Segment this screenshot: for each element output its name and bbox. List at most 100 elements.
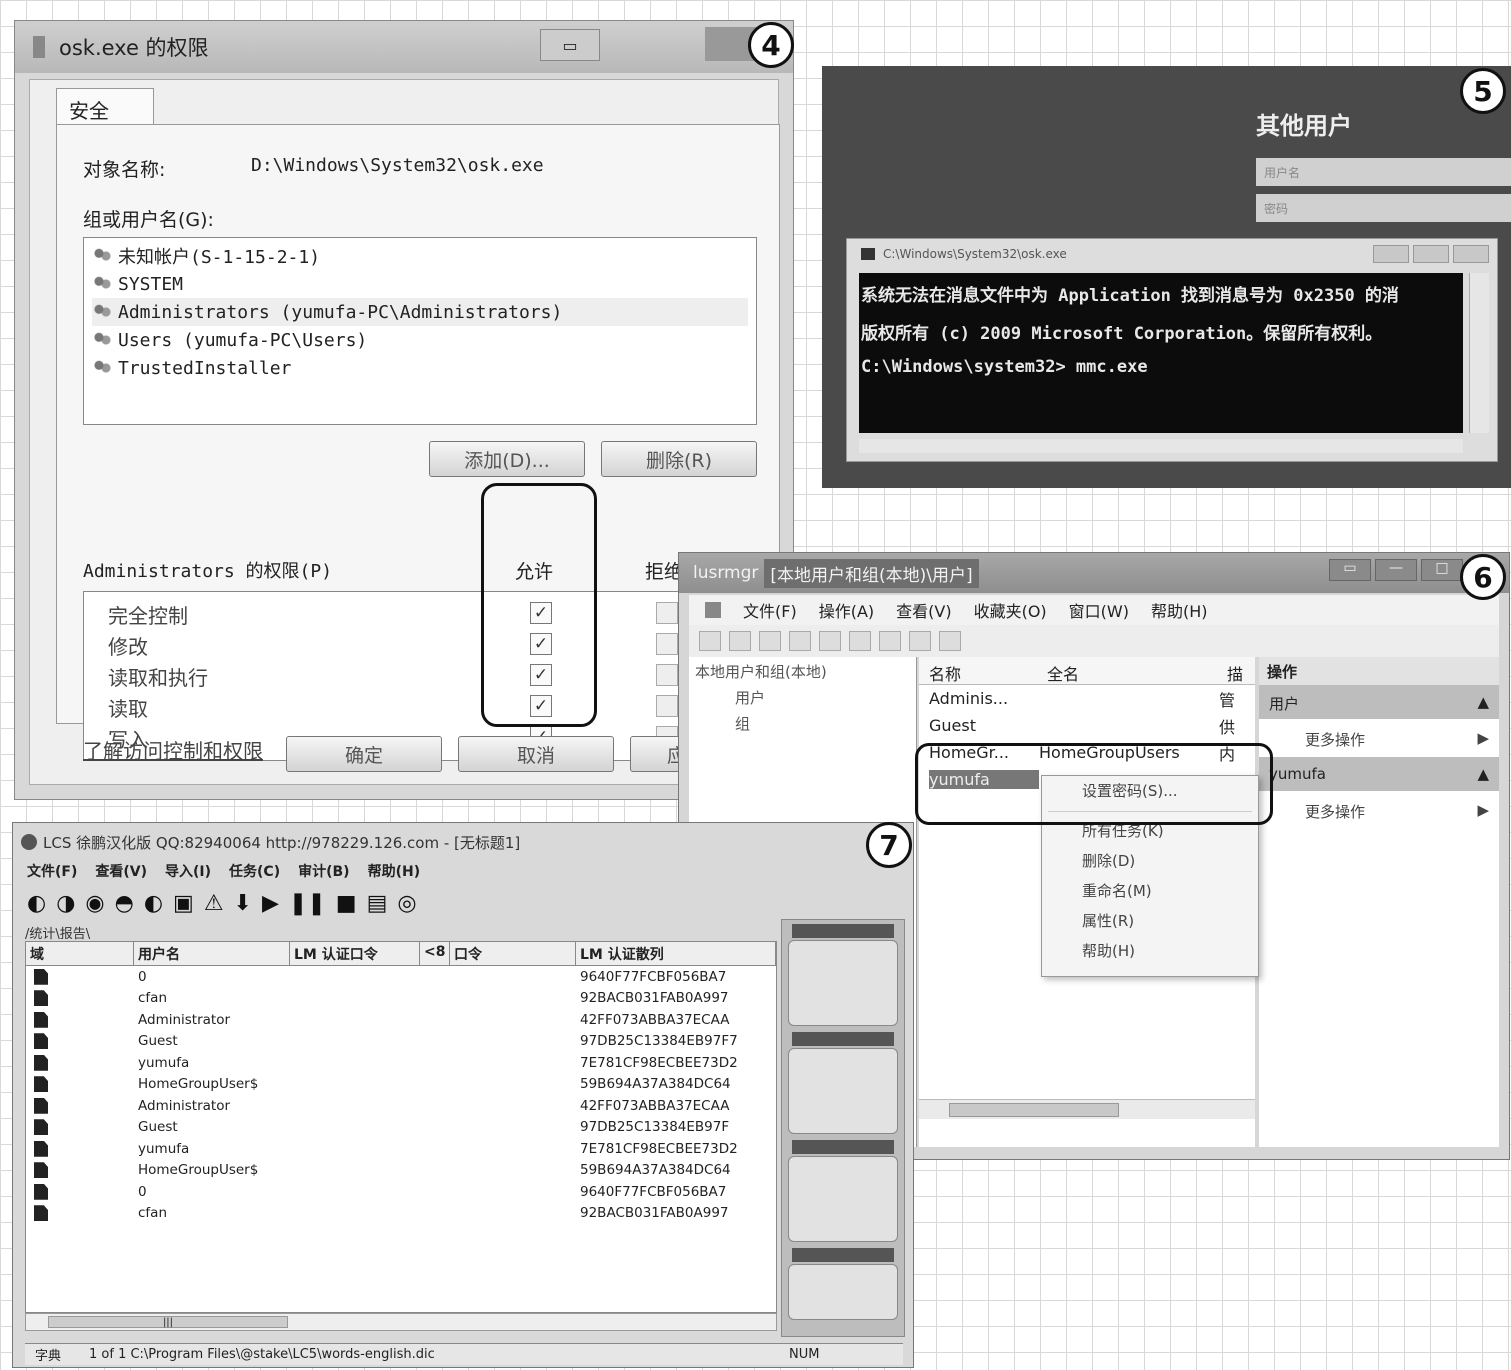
horizontal-scrollbar[interactable]: ||| — [25, 1313, 777, 1331]
column-username[interactable]: 用户名 — [134, 942, 290, 965]
menu-item-help[interactable]: 帮助(H) — [1042, 936, 1258, 966]
tree-item-users[interactable]: 用户 — [695, 687, 910, 713]
delete-icon[interactable] — [819, 631, 841, 651]
actions-group-users[interactable]: 用户 ▲ — [1259, 685, 1499, 719]
menu-file[interactable]: 文件(F) — [743, 598, 797, 622]
menu-import[interactable]: 导入(I) — [165, 861, 211, 883]
pause-icon[interactable]: ❚❚ — [289, 891, 326, 916]
more-actions-yumufa[interactable]: 更多操作 ▶ — [1259, 791, 1499, 829]
minimize-button[interactable]: — — [1375, 559, 1417, 581]
table-row[interactable]: Administrator 42FF073ABBA37ECAA — [26, 1095, 776, 1117]
menu-help[interactable]: 帮助(H) — [368, 861, 421, 883]
deny-checkbox[interactable] — [656, 602, 678, 624]
table-row[interactable]: Guest 97DB25C13384EB97F — [26, 1117, 776, 1139]
add-button[interactable]: 添加(D)... — [429, 441, 585, 477]
menu-task[interactable]: 任务(C) — [229, 861, 280, 883]
maximize-button[interactable]: □ — [1421, 559, 1463, 581]
vertical-scrollbar[interactable] — [1469, 273, 1489, 433]
menu-view[interactable]: 查看(V) — [95, 861, 147, 883]
tool-icon[interactable]: ◑ — [56, 891, 75, 916]
scroll-thumb[interactable] — [949, 1103, 1119, 1117]
back-icon[interactable] — [699, 631, 721, 651]
ok-button[interactable]: 确定 — [286, 736, 442, 772]
menu-item-rename[interactable]: 重命名(M) — [1042, 876, 1258, 906]
close-button[interactable] — [1453, 245, 1489, 263]
menu-window[interactable]: 窗口(W) — [1069, 598, 1129, 622]
list-item[interactable]: 未知帐户(S-1-15-2-1) — [92, 242, 748, 270]
user-list[interactable]: 未知帐户(S-1-15-2-1) SYSTEM Administrators (… — [83, 237, 757, 425]
column-less8[interactable]: <8 — [420, 942, 450, 965]
console-output[interactable]: 系统无法在消息文件中为 Application 找到消息号为 0x2350 的消… — [859, 273, 1463, 433]
stop-icon[interactable]: ■ — [336, 891, 357, 916]
table-row[interactable]: yumufa 7E781CF98ECBEE73D2 — [26, 1138, 776, 1160]
horizontal-scrollbar[interactable] — [859, 439, 1463, 453]
restore-icon[interactable]: ▭ — [540, 29, 600, 61]
tool-icon[interactable]: ◉ — [85, 891, 104, 916]
play-icon[interactable]: ▶ — [262, 891, 279, 916]
menu-item-delete[interactable]: 删除(D) — [1042, 846, 1258, 876]
column-description[interactable]: 描 — [1217, 657, 1253, 684]
scroll-thumb[interactable]: ||| — [48, 1316, 288, 1328]
tool-icon[interactable]: ◓ — [115, 891, 134, 916]
table-row[interactable]: 0 9640F77FCBF056BA7 — [26, 1181, 776, 1203]
column-domain[interactable]: 域 — [26, 942, 134, 965]
list-item-selected[interactable]: Administrators (yumufa-PC\Administrators… — [92, 298, 748, 326]
remove-button[interactable]: 删除(R) — [601, 441, 757, 477]
table-row[interactable]: 0 9640F77FCBF056BA7 — [26, 966, 776, 988]
menu-audit[interactable]: 审计(B) — [298, 861, 349, 883]
password-input[interactable]: 密码 — [1256, 194, 1511, 222]
table-row[interactable]: cfan 92BACB031FAB0A997 — [26, 988, 776, 1010]
list-item[interactable]: SYSTEM — [92, 270, 748, 298]
menu-favorites[interactable]: 收藏夹(O) — [974, 598, 1047, 622]
actions-group-yumufa[interactable]: yumufa ▲ — [1259, 757, 1499, 791]
menu-file[interactable]: 文件(F) — [27, 861, 77, 883]
deny-checkbox[interactable] — [656, 633, 678, 655]
more-actions-users[interactable]: 更多操作 ▶ — [1259, 719, 1499, 757]
restore-button[interactable]: ▭ — [1329, 559, 1371, 581]
minimize-button[interactable] — [1373, 245, 1409, 263]
maximize-button[interactable] — [1413, 245, 1449, 263]
table-row[interactable]: HomeGroupUser$ 59B694A37A384DC64 — [26, 1160, 776, 1182]
column-lm-hash[interactable]: LM 认证散列 — [576, 942, 776, 965]
horizontal-scrollbar[interactable] — [919, 1099, 1255, 1119]
tab-security[interactable]: 安全 — [56, 88, 154, 126]
download-icon[interactable]: ⬇ — [234, 891, 252, 916]
list-item[interactable]: Users (yumufa-PC\Users) — [92, 326, 748, 354]
properties-icon[interactable] — [849, 631, 871, 651]
refresh-icon[interactable] — [879, 631, 901, 651]
learn-link[interactable]: 了解访问控制和权限 — [83, 735, 263, 764]
export-icon[interactable] — [909, 631, 931, 651]
forward-icon[interactable] — [729, 631, 751, 651]
table-row[interactable]: Guest 97DB25C13384EB97F7 — [26, 1031, 776, 1053]
tool-icon[interactable]: ◐ — [27, 891, 46, 916]
table-row[interactable]: HomeGroupUser$ 59B694A37A384DC64 — [26, 1074, 776, 1096]
column-password[interactable]: 口令 — [450, 942, 576, 965]
menu-help[interactable]: 帮助(H) — [1151, 598, 1208, 622]
username-input[interactable]: 用户名 — [1256, 158, 1511, 186]
cancel-button[interactable]: 取消 — [458, 736, 614, 772]
show-hide-tree-icon[interactable] — [789, 631, 811, 651]
deny-checkbox[interactable] — [656, 695, 678, 717]
up-icon[interactable] — [759, 631, 781, 651]
column-lm-password[interactable]: LM 认证口令 — [290, 942, 420, 965]
table-row[interactable]: cfan 92BACB031FAB0A997 — [26, 1203, 776, 1225]
deny-checkbox[interactable] — [656, 664, 678, 686]
report-icon[interactable]: ▤ — [367, 891, 388, 916]
tool-icon[interactable]: ▣ — [173, 891, 194, 916]
menu-item-properties[interactable]: 属性(R) — [1042, 906, 1258, 936]
table-row[interactable]: Adminis... 管 — [919, 685, 1255, 712]
menu-action[interactable]: 操作(A) — [819, 598, 874, 622]
list-item[interactable]: TrustedInstaller — [92, 354, 748, 382]
table-row[interactable]: Guest 供 — [919, 712, 1255, 739]
web-icon[interactable]: ◎ — [397, 891, 416, 916]
column-name[interactable]: 名称 — [919, 657, 1037, 684]
help-icon[interactable] — [939, 631, 961, 651]
tree-item-root[interactable]: 本地用户和组(本地) — [695, 661, 910, 687]
report-tabs[interactable]: /统计\报告\ — [25, 923, 90, 942]
table-row[interactable]: yumufa 7E781CF98ECBEE73D2 — [26, 1052, 776, 1074]
menu-view[interactable]: 查看(V) — [896, 598, 951, 622]
column-fullname[interactable]: 全名 — [1037, 657, 1217, 684]
warning-icon[interactable]: ⚠ — [204, 891, 224, 916]
table-row[interactable]: Administrator 42FF073ABBA37ECAA — [26, 1009, 776, 1031]
tree-item-groups[interactable]: 组 — [695, 713, 910, 739]
